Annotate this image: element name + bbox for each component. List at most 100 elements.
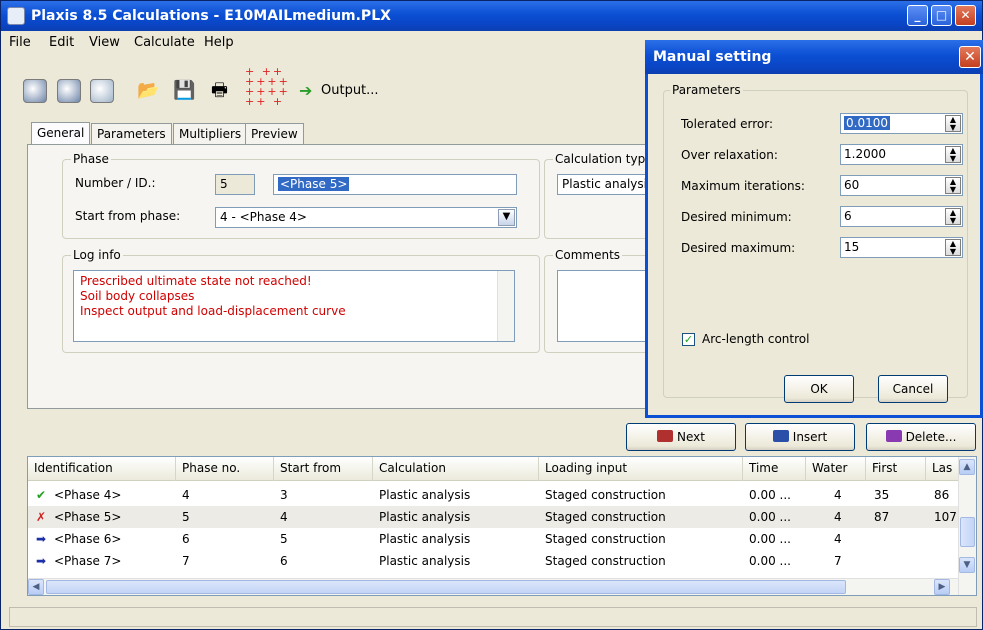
over-relaxation-value: 1.2000	[844, 147, 886, 161]
header-phase-no[interactable]: Phase no.	[176, 457, 274, 481]
log-info-box[interactable]: Prescribed ultimate state not reached! S…	[73, 270, 515, 342]
mesh-icon[interactable]	[90, 79, 114, 103]
dialog-title: Manual setting	[653, 49, 772, 65]
log-info-label: Log info	[71, 248, 123, 262]
cell-calc: Plastic analysis	[379, 532, 471, 546]
cell-water: 4	[834, 532, 842, 546]
chevron-down-icon[interactable]: ▼	[498, 209, 515, 226]
arrow-right-icon[interactable]: ➔	[299, 81, 312, 101]
parameters-group-label: Parameters	[670, 83, 743, 97]
status-bar	[9, 607, 977, 627]
scroll-left-icon[interactable]: ◀	[28, 579, 44, 595]
menu-file[interactable]: File	[9, 35, 31, 50]
spin-arrows-icon[interactable]: ▲ ▼	[945, 115, 961, 132]
next-button[interactable]: Next	[626, 423, 736, 451]
header-last[interactable]: Las	[926, 457, 960, 481]
table-row[interactable]: ➡ <Phase 7> 7 6 Plastic analysis Staged …	[28, 550, 958, 572]
maximum-iterations-value: 60	[844, 178, 860, 192]
over-relaxation-label: Over relaxation:	[681, 148, 778, 162]
arc-length-checkbox[interactable]: ✓	[682, 333, 695, 346]
scroll-up-icon[interactable]: ▲	[959, 459, 975, 475]
cell-first	[868, 550, 874, 572]
over-relaxation-field[interactable]: 1.2000 ▲ ▼	[840, 144, 963, 165]
menu-calculate[interactable]: Calculate	[134, 35, 195, 50]
header-time[interactable]: Time	[743, 457, 806, 481]
tab-parameters[interactable]: Parameters	[91, 123, 172, 145]
scroll-down-icon[interactable]: ▼	[959, 557, 975, 573]
points-icon[interactable]: + ++ ++++ ++++ ++ +	[245, 66, 290, 107]
header-start-from[interactable]: Start from	[274, 457, 373, 481]
cell-phase-no: 5	[182, 510, 190, 524]
print-icon[interactable]: 🖶	[211, 81, 228, 101]
cell-first: 35	[874, 488, 890, 502]
tab-preview[interactable]: Preview	[245, 123, 304, 145]
spin-arrows-icon[interactable]: ▲ ▼	[945, 239, 961, 256]
horizontal-scroll-thumb[interactable]	[46, 580, 846, 594]
log-line: Prescribed ultimate state not reached!	[80, 274, 312, 288]
title-bar[interactable]: Plaxis 8.5 Calculations - E10MAILmedium.…	[1, 1, 982, 31]
status-ok-icon: ✔	[36, 488, 47, 502]
table-row[interactable]: ✗ <Phase 5> 5 4 Plastic analysis Staged …	[28, 506, 958, 528]
header-water[interactable]: Water	[806, 457, 866, 481]
scroll-right-icon[interactable]: ▶	[934, 579, 950, 595]
log-scrollbar[interactable]	[497, 271, 514, 341]
delete-button[interactable]: Delete...	[866, 423, 976, 451]
manual-setting-dialog: Manual setting ✕ Parameters Tolerated er…	[645, 40, 983, 418]
next-label: Next	[677, 430, 705, 444]
dialog-close-icon[interactable]: ✕	[959, 46, 981, 68]
phases-table: Identification Phase no. Start from Calc…	[27, 456, 977, 596]
status-error-icon: ✗	[36, 510, 47, 524]
header-identification[interactable]: Identification	[28, 457, 176, 481]
cell-last: 86	[934, 488, 950, 502]
delete-icon	[885, 430, 902, 442]
menu-view[interactable]: View	[89, 35, 120, 50]
spin-arrows-icon[interactable]: ▲ ▼	[945, 208, 961, 225]
start-from-value: 4 - <Phase 4>	[220, 210, 307, 224]
ok-button[interactable]: OK	[784, 375, 854, 403]
desired-minimum-label: Desired minimum:	[681, 210, 792, 224]
maximize-button[interactable]: □	[931, 5, 952, 26]
cell-start: 5	[280, 532, 288, 546]
globe-icon[interactable]	[23, 79, 47, 103]
number-label: Number / ID.:	[75, 176, 156, 190]
desired-maximum-field[interactable]: 15 ▲ ▼	[840, 237, 963, 258]
save-icon[interactable]: 💾	[173, 81, 195, 101]
spin-arrows-icon[interactable]: ▲ ▼	[945, 146, 961, 163]
menu-edit[interactable]: Edit	[49, 35, 74, 50]
insert-icon	[772, 430, 789, 442]
tolerated-error-field[interactable]: 0.0100 ▲ ▼	[840, 113, 963, 134]
tab-general[interactable]: General	[31, 122, 91, 146]
header-first[interactable]: First	[866, 457, 926, 481]
header-calculation[interactable]: Calculation	[373, 457, 539, 481]
table-row[interactable]: ➡ <Phase 6> 6 5 Plastic analysis Staged …	[28, 528, 958, 550]
menu-help[interactable]: Help	[204, 35, 234, 50]
vertical-scroll-thumb[interactable]	[960, 517, 975, 547]
spin-arrows-icon[interactable]: ▲ ▼	[945, 177, 961, 194]
vertical-scrollbar[interactable]: ▲ ▼	[958, 457, 976, 595]
table-row[interactable]: ✔ <Phase 4> 4 3 Plastic analysis Staged …	[28, 484, 958, 506]
cell-start: 3	[280, 488, 288, 502]
desired-maximum-value: 15	[844, 240, 860, 254]
phase-id-field[interactable]: <Phase 5>	[273, 174, 517, 195]
cancel-button[interactable]: Cancel	[878, 375, 948, 403]
start-from-select[interactable]: 4 - <Phase 4> ▼	[215, 207, 517, 228]
cell-calc: Plastic analysis	[379, 510, 471, 524]
cell-phase-no: 6	[182, 532, 190, 546]
desired-minimum-field[interactable]: 6 ▲ ▼	[840, 206, 963, 227]
close-button[interactable]: ✕	[955, 5, 976, 26]
arc-length-label: Arc-length control	[702, 332, 810, 346]
minimize-button[interactable]: _	[907, 5, 928, 26]
status-pending-icon: ➡	[36, 532, 47, 546]
dialog-title-bar[interactable]: Manual setting ✕	[645, 40, 983, 74]
cell-first	[868, 528, 874, 550]
horizontal-scrollbar[interactable]: ◀ ▶	[28, 578, 958, 595]
tab-multipliers[interactable]: Multipliers	[173, 123, 248, 145]
parameters-group: Parameters Tolerated error: 0.0100 ▲ ▼ Ov…	[663, 83, 968, 398]
output-button[interactable]: Output...	[321, 83, 379, 98]
header-loading-input[interactable]: Loading input	[539, 457, 743, 481]
insert-button[interactable]: Insert	[745, 423, 855, 451]
open-folder-icon[interactable]: 📂	[137, 81, 159, 101]
maximum-iterations-field[interactable]: 60 ▲ ▼	[840, 175, 963, 196]
cell-water: 4	[834, 510, 842, 524]
globe-alt-icon[interactable]	[57, 79, 81, 103]
